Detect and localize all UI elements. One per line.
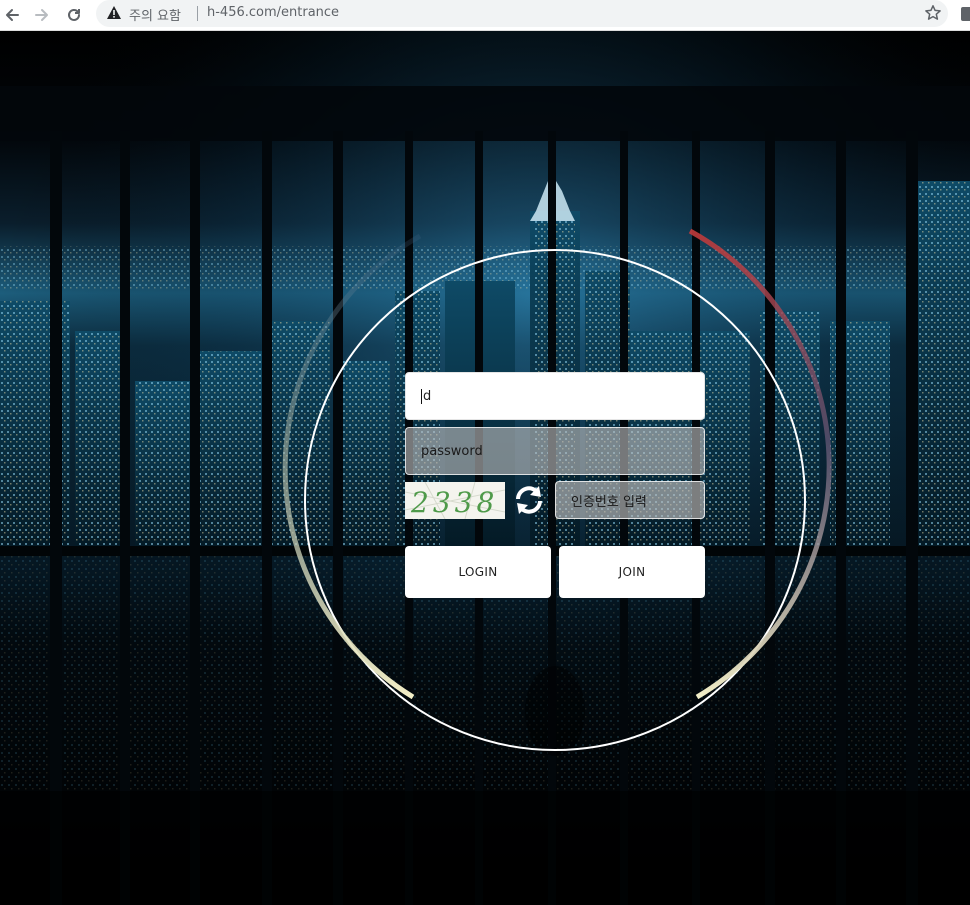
address-bar[interactable]: 주의 요함 h-456.com/entrance <box>96 0 948 27</box>
omnibox-divider <box>197 6 198 21</box>
captcha-image: 2338 <box>405 482 505 519</box>
browser-toolbar: 주의 요함 h-456.com/entrance <box>0 0 970 31</box>
url-text[interactable]: h-456.com/entrance <box>207 5 339 20</box>
star-icon[interactable] <box>924 4 942 22</box>
reload-icon[interactable] <box>62 3 86 27</box>
security-status-label[interactable]: 주의 요함 <box>129 5 181 24</box>
password-placeholder: password <box>421 443 483 459</box>
back-arrow-icon[interactable] <box>0 3 24 27</box>
captcha-input-placeholder: 인증번호 입력 <box>571 494 647 510</box>
captcha-input[interactable]: 인증번호 입력 <box>555 481 705 519</box>
password-input[interactable]: password <box>405 427 705 475</box>
id-input[interactable]: d <box>405 372 705 420</box>
id-input-value: d <box>423 388 432 404</box>
captcha-text: 2338 <box>410 486 498 519</box>
warning-icon <box>107 6 121 19</box>
forward-arrow-icon[interactable] <box>30 3 54 27</box>
extension-icon[interactable] <box>961 7 970 21</box>
refresh-icon[interactable] <box>512 483 546 517</box>
join-button[interactable]: JOIN <box>559 546 705 598</box>
login-button[interactable]: LOGIN <box>405 546 551 598</box>
captcha-graphic: 2338 <box>405 482 505 519</box>
text-caret <box>421 388 422 404</box>
